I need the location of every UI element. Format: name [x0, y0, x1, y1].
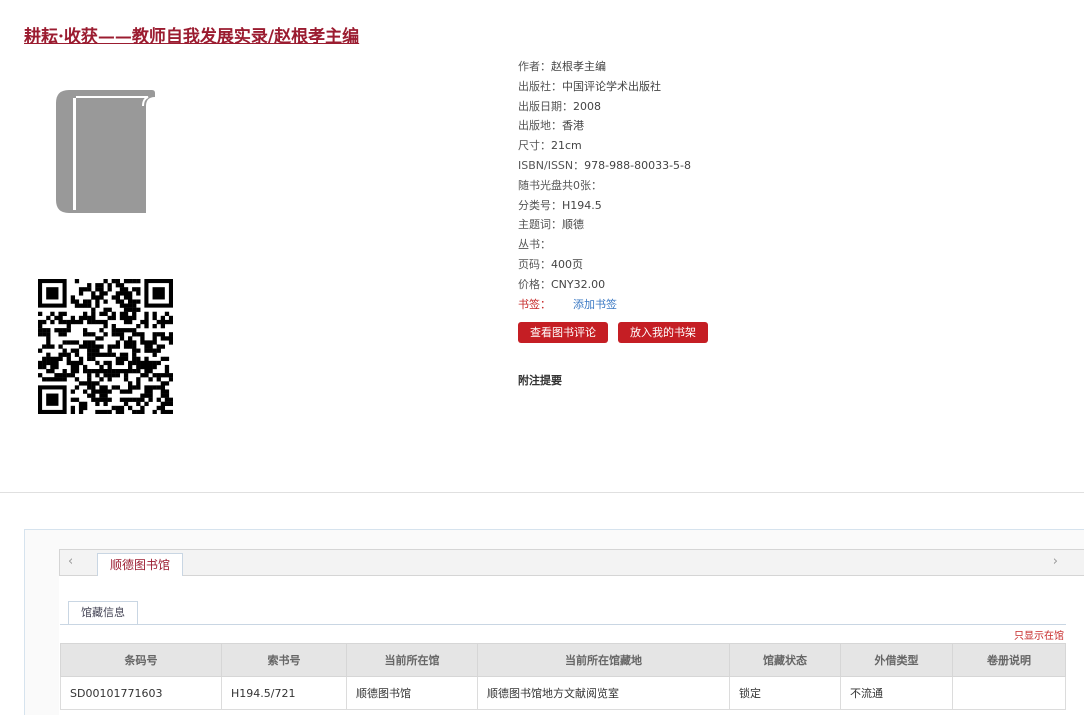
metadata-row: 丛书： [518, 235, 938, 255]
metadata-row: 分类号：H194.5 [518, 196, 938, 216]
column-header: 当前所在馆藏地 [477, 643, 730, 677]
table-row: SD00101771603 H194.5/721 顺德图书馆 顺德图书馆地方文献阅览室… [60, 676, 1066, 710]
add-to-shelf-button[interactable]: 放入我的书架 [618, 322, 708, 343]
metadata-row: 随书光盘共0张： [518, 176, 938, 196]
metadata-row: 出版社：中国评论学术出版社 [518, 77, 938, 97]
table-header-row: 条码号 索书号 当前所在馆 当前所在馆藏地 馆藏状态 外借类型 卷册说明 [60, 643, 1066, 677]
holdings-table: 条码号 索书号 当前所在馆 当前所在馆藏地 馆藏状态 外借类型 卷册说明 SD0010177… [60, 643, 1066, 710]
column-header: 外借类型 [840, 643, 953, 677]
metadata-label: 出版地： [518, 119, 562, 133]
metadata-value: H194.5 [562, 198, 602, 212]
notes-heading: 附注提要 [518, 374, 562, 387]
metadata-label: 出版社： [518, 79, 562, 93]
book-metadata: 作者：赵根孝主编 出版社：中国评论学术出版社 出版日期：2008 出版地：香港 尺寸：2… [518, 57, 938, 314]
metadata-value: 顺德 [562, 218, 584, 232]
library-tab-bar: ‹ 顺德图书馆 › [59, 549, 1084, 577]
column-header: 馆藏状态 [729, 643, 841, 677]
tab-underline [60, 624, 1066, 625]
metadata-label: 丛书： [518, 238, 551, 252]
view-reviews-button[interactable]: 查看图书评论 [518, 322, 608, 343]
metadata-label: 随书光盘共0张： [518, 178, 602, 192]
table-cell: SD00101771603 [60, 676, 222, 710]
metadata-value: 赵根孝主编 [551, 60, 606, 73]
metadata-label: 尺寸： [518, 139, 551, 153]
bookmark-row: 书签： 添加书签 [518, 295, 938, 315]
metadata-label: 作者： [518, 60, 551, 73]
metadata-value: 21cm [551, 139, 582, 153]
chevron-left-icon[interactable]: ‹ [68, 554, 73, 569]
table-cell: 不流通 [840, 676, 953, 710]
metadata-label: 页码： [518, 257, 551, 271]
metadata-row: 出版日期：2008 [518, 97, 938, 117]
metadata-row: 作者：赵根孝主编 [518, 57, 938, 77]
metadata-label: 价格： [518, 277, 551, 291]
metadata-row: 尺寸：21cm [518, 136, 938, 156]
metadata-value: 978-988-80033-5-8 [584, 158, 692, 172]
metadata-row: 出版地：香港 [518, 116, 938, 136]
qr-code-icon [38, 279, 173, 414]
metadata-value: 400页 [551, 257, 583, 271]
book-icon [56, 90, 155, 213]
column-header: 索书号 [221, 643, 347, 677]
metadata-row: 页码：400页 [518, 255, 938, 275]
table-cell: 锁定 [729, 676, 841, 710]
column-header: 当前所在馆 [346, 643, 478, 677]
metadata-row: ISBN/ISSN：978-988-80033-5-8 [518, 156, 938, 176]
only-available-link[interactable]: 只显示在馆 [1014, 627, 1064, 642]
table-cell: 顺德图书馆 [346, 676, 478, 710]
table-cell [952, 676, 1066, 710]
metadata-label: 分类号： [518, 198, 562, 212]
add-bookmark-link[interactable]: 添加书签 [573, 298, 617, 311]
metadata-value: 香港 [562, 119, 584, 133]
metadata-value: 中国评论学术出版社 [562, 79, 661, 93]
column-header: 卷册说明 [952, 643, 1066, 677]
metadata-label: 主题词： [518, 218, 562, 232]
metadata-value: 2008 [573, 99, 601, 113]
metadata-value: CNY32.00 [551, 277, 606, 291]
book-title[interactable]: 耕耘·收获——教师自我发展实录/赵根孝主编 [24, 22, 359, 47]
metadata-row: 主题词：顺德 [518, 215, 938, 235]
divider [0, 492, 1084, 493]
bookmark-label: 书签： [518, 297, 551, 311]
table-cell: H194.5/721 [221, 676, 347, 710]
table-cell: 顺德图书馆地方文献阅览室 [477, 676, 730, 710]
chevron-right-icon[interactable]: › [1053, 554, 1058, 569]
metadata-row: 价格：CNY32.00 [518, 275, 938, 295]
metadata-label: 出版日期： [518, 99, 573, 113]
metadata-label: ISBN/ISSN： [518, 158, 585, 172]
tab-holdings-info[interactable]: 馆藏信息 [68, 601, 138, 625]
column-header: 条码号 [60, 643, 222, 677]
tab-library[interactable]: 顺德图书馆 [97, 553, 184, 577]
